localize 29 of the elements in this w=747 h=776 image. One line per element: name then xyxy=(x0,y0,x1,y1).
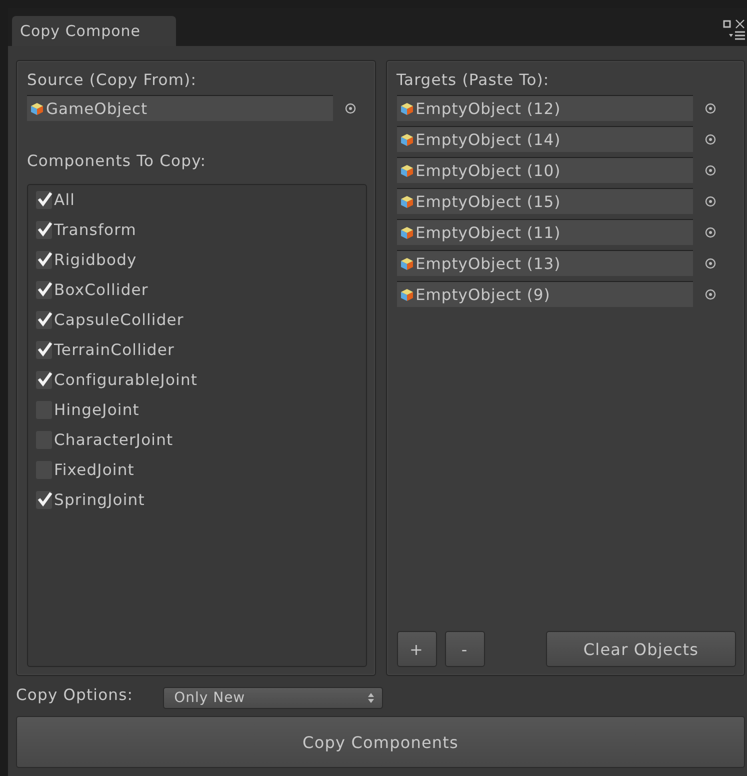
checkbox-label: SpringJoint xyxy=(54,491,145,509)
checkbox-label: Transform xyxy=(54,221,136,239)
target-object-field[interactable]: EmptyObject (11) xyxy=(396,219,692,245)
target-object-field[interactable]: EmptyObject (12) xyxy=(396,95,692,121)
copy-options-label: Copy Options: xyxy=(16,686,134,704)
copy-components-button[interactable]: Copy Components xyxy=(16,716,745,768)
copy-options-dropdown[interactable]: Only New xyxy=(163,687,384,709)
add-button[interactable]: + xyxy=(396,631,436,667)
target-object-field[interactable]: EmptyObject (9) xyxy=(396,281,692,307)
source-object-field[interactable]: GameObject xyxy=(27,95,333,121)
checkbox-label: CapsuleCollider xyxy=(54,311,184,329)
checkbox-label: TerrainCollider xyxy=(54,341,174,359)
target-object-field[interactable]: EmptyObject (14) xyxy=(396,126,692,152)
checkbox-label: BoxCollider xyxy=(54,281,148,299)
source-label: Source (Copy From): xyxy=(27,71,198,89)
remove-button[interactable]: - xyxy=(444,631,484,667)
checkbox-label: All xyxy=(54,191,76,209)
target-object-field[interactable]: EmptyObject (10) xyxy=(396,157,692,183)
target-object-field[interactable]: EmptyObject (15) xyxy=(396,188,692,214)
checkbox-label: Rigidbody xyxy=(54,251,137,269)
checkbox-label: FixedJoint xyxy=(54,461,134,479)
clear-objects-button[interactable]: Clear Objects xyxy=(546,631,736,667)
checkbox-label: HingeJoint xyxy=(54,401,140,419)
components-label: Components To Copy: xyxy=(27,152,208,170)
window-tab[interactable]: Copy Compone xyxy=(12,16,176,46)
targets-label: Targets (Paste To): xyxy=(396,71,550,89)
checkbox-label: CharacterJoint xyxy=(54,431,174,449)
checkbox-label: ConfigurableJoint xyxy=(54,371,198,389)
target-object-field[interactable]: EmptyObject (13) xyxy=(396,250,692,276)
